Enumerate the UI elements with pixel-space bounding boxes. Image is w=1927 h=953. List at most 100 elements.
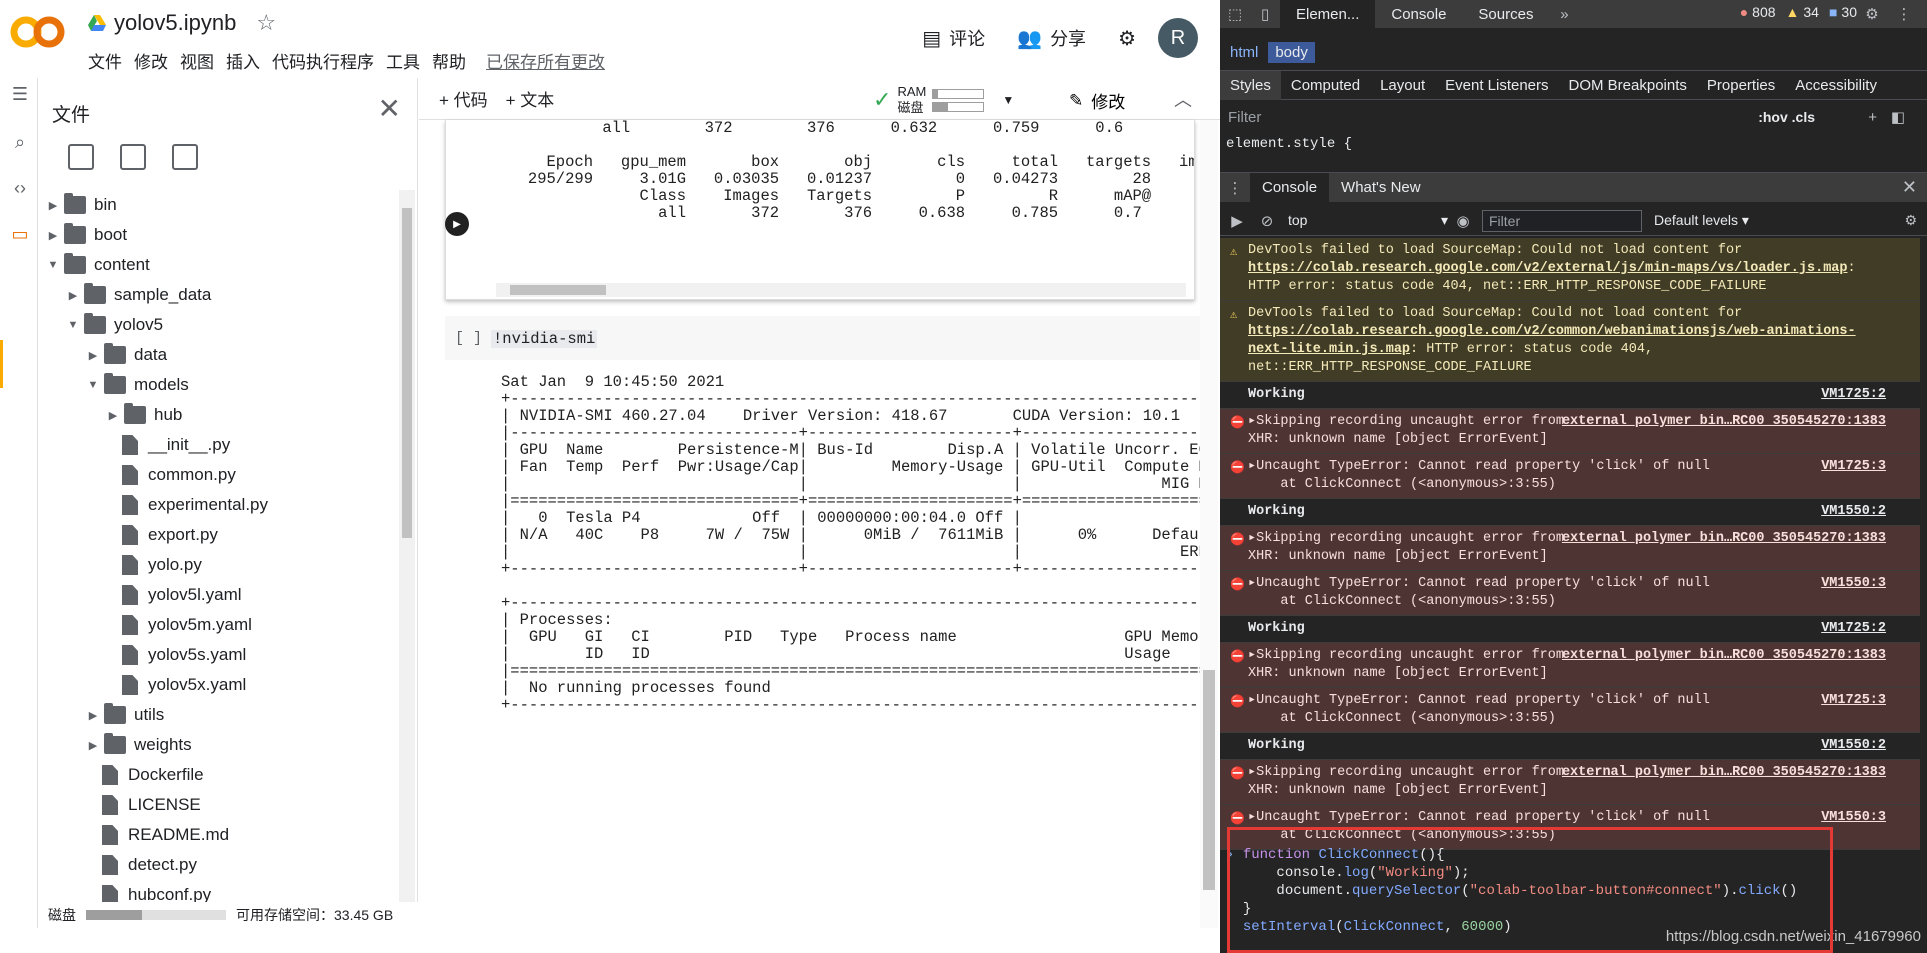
notebook-scrollbar[interactable] (1200, 120, 1218, 928)
tab-computed[interactable]: Computed (1281, 77, 1370, 94)
avatar[interactable]: R (1158, 18, 1198, 58)
refresh-folder-icon[interactable] (120, 144, 146, 170)
resource-monitor[interactable]: ✓ RAM 磁盘 ▼ (873, 84, 1014, 116)
clear-console-icon[interactable]: ⊘ (1252, 212, 1282, 230)
message-source-link[interactable]: external_polymer_bin…RC00_350545270:1383 (1562, 530, 1886, 548)
tree-file[interactable]: yolov5l.yaml (38, 580, 393, 610)
tree-file[interactable]: LICENSE (38, 790, 393, 820)
breadcrumb-body[interactable]: body (1268, 41, 1315, 63)
caret-down-icon[interactable]: ▼ (86, 379, 100, 391)
code-snippets-icon[interactable]: ‹› (8, 176, 32, 200)
caret-right-icon[interactable]: ▶ (86, 739, 100, 752)
tree-folder[interactable]: ▼ content (38, 250, 393, 280)
settings-button[interactable]: ⚙ (1118, 26, 1136, 51)
caret-right-icon[interactable]: ▶ (46, 229, 60, 242)
run-cell-icon[interactable]: ▶ (445, 212, 469, 236)
console-settings-icon[interactable]: ⚙ (1904, 212, 1917, 229)
message-source-link[interactable]: VM1550:3 (1821, 575, 1886, 593)
tree-folder[interactable]: ▶ boot (38, 220, 393, 250)
element-style-rule[interactable]: element.style { (1226, 136, 1352, 152)
tab-accessibility[interactable]: Accessibility (1785, 77, 1887, 94)
chevron-up-icon[interactable]: ︿ (1174, 86, 1192, 112)
tab-layout[interactable]: Layout (1370, 77, 1435, 94)
add-rule-icon[interactable]: + (1868, 109, 1877, 126)
tree-file[interactable]: Dockerfile (38, 760, 393, 790)
message-source-link[interactable]: external_polymer_bin…RC00_350545270:1383 (1562, 764, 1886, 782)
inspect-icon[interactable]: ⬚ (1220, 5, 1250, 23)
file-tree-scrollbar[interactable] (399, 190, 415, 912)
close-icon[interactable]: ✕ (1902, 177, 1917, 198)
notebook-title[interactable]: yolov5.ipynb (114, 10, 236, 36)
tree-folder[interactable]: ▶ utils (38, 700, 393, 730)
tree-folder[interactable]: ▶ sample_data (38, 280, 393, 310)
console-message-err[interactable]: ⛔ ▸Uncaught TypeError: Cannot read proper… (1220, 571, 1920, 616)
kebab-menu-icon[interactable]: ⋮ (1889, 5, 1919, 23)
console-filter-input[interactable]: Filter (1482, 209, 1642, 232)
tree-folder[interactable]: ▶ weights (38, 730, 393, 760)
console-message-err[interactable]: ⛔ ▸Skipping recording uncaught error from… (1220, 409, 1920, 454)
tab-event-listeners[interactable]: Event Listeners (1435, 77, 1558, 94)
sidebar-icon[interactable]: ▶ (1222, 212, 1252, 230)
cell-code[interactable]: !nvidia-smi (491, 330, 598, 348)
edit-button[interactable]: ✎ 修改 (1069, 88, 1125, 113)
message-source-link[interactable]: VM1725:2 (1821, 620, 1886, 638)
tree-file[interactable]: detect.py (38, 850, 393, 880)
tree-folder[interactable]: ▶ bin (38, 190, 393, 220)
caret-down-icon[interactable]: ▼ (66, 319, 80, 331)
console-message-info[interactable]: Working VM1550:2 (1220, 733, 1920, 760)
caret-right-icon[interactable]: ▶ (46, 199, 60, 212)
tree-file[interactable]: yolo.py (38, 550, 393, 580)
saved-status[interactable]: 已保存所有更改 (480, 48, 611, 73)
device-toolbar-icon[interactable]: ▯ (1250, 5, 1280, 23)
caret-right-icon[interactable]: ▶ (86, 709, 100, 722)
star-icon[interactable]: ☆ (256, 10, 276, 36)
tab-properties[interactable]: Properties (1697, 77, 1785, 94)
message-source-link[interactable]: external_polymer_bin…RC00_350545270:1383 (1562, 413, 1886, 431)
console-message-err[interactable]: ⛔ ▸Uncaught TypeError: Cannot read proper… (1220, 454, 1920, 499)
tree-folder[interactable]: ▼ yolov5 (38, 310, 393, 340)
code-cell-nvidia-smi[interactable]: [ ] !nvidia-smi (445, 316, 1200, 360)
tab-styles[interactable]: Styles (1220, 70, 1281, 100)
toc-icon[interactable]: ☰ (8, 82, 32, 106)
menu-help[interactable]: 帮助 (426, 48, 472, 73)
mount-drive-icon[interactable] (172, 144, 198, 170)
add-code-button[interactable]: + 代码 (439, 86, 488, 111)
menu-tools[interactable]: 工具 (380, 48, 426, 73)
settings-gear-icon[interactable]: ⚙ (1857, 5, 1887, 23)
issue-counters[interactable]: 808 34 30 (1740, 4, 1857, 20)
context-selector[interactable]: top ▾ (1288, 212, 1448, 229)
styles-filter-input[interactable]: Filter (1228, 109, 1261, 126)
menu-runtime[interactable]: 代码执行程序 (266, 48, 380, 73)
close-icon[interactable]: ✕ (378, 92, 401, 125)
search-icon[interactable]: ⌕ (8, 130, 32, 154)
drawer-tab-console[interactable]: Console (1250, 172, 1330, 203)
log-levels-dropdown[interactable]: Default levels ▾ (1654, 212, 1749, 229)
caret-down-icon[interactable]: ▼ (46, 259, 60, 271)
tree-folder[interactable]: ▶ hub (38, 400, 393, 430)
message-source-link[interactable]: VM1725:3 (1821, 458, 1886, 476)
output-horizontal-scrollbar[interactable] (496, 283, 1186, 297)
menu-edit[interactable]: 修改 (128, 48, 174, 73)
breadcrumb-html[interactable]: html (1224, 44, 1264, 61)
console-message-err[interactable]: ⛔ ▸Skipping recording uncaught error from… (1220, 643, 1920, 688)
sidebar-toggle-icon[interactable]: ◧ (1891, 108, 1905, 126)
menu-file[interactable]: 文件 (82, 48, 128, 73)
tree-folder[interactable]: ▼ models (38, 370, 393, 400)
share-button[interactable]: 👥 分享 (1017, 25, 1086, 51)
tree-file[interactable]: export.py (38, 520, 393, 550)
comment-button[interactable]: ▤ 评论 (922, 25, 985, 51)
caret-right-icon[interactable]: ▶ (86, 349, 100, 362)
hov-cls-toggle[interactable]: :hov .cls (1758, 109, 1815, 125)
message-source-link[interactable]: VM1725:2 (1821, 386, 1886, 404)
caret-right-icon[interactable]: ▶ (106, 409, 120, 422)
console-message-info[interactable]: Working VM1550:2 (1220, 499, 1920, 526)
tab-console[interactable]: Console (1375, 0, 1462, 28)
more-tabs-icon[interactable]: » (1549, 6, 1579, 23)
upload-icon[interactable] (68, 144, 94, 170)
tree-folder[interactable]: ▶ data (38, 340, 393, 370)
chevron-down-icon[interactable]: ▼ (1002, 93, 1014, 107)
drawer-tab-whats-new[interactable]: What's New (1329, 173, 1433, 203)
menu-insert[interactable]: 插入 (220, 48, 266, 73)
eye-icon[interactable]: ◉ (1448, 212, 1478, 230)
console-message-err[interactable]: ⛔ ▸Skipping recording uncaught error from… (1220, 760, 1920, 805)
